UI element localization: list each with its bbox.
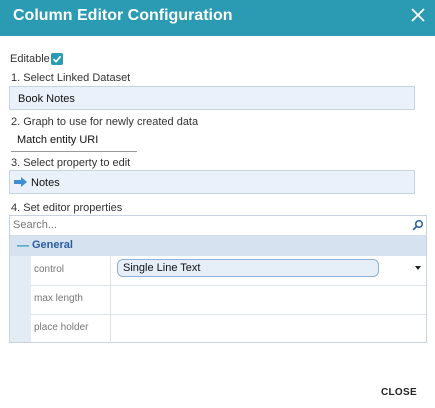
graph-value[interactable]: Match entity URI (17, 134, 98, 146)
property-row-max-length: max length (31, 285, 426, 315)
property-field[interactable]: Notes (9, 170, 415, 194)
property-name: control (34, 264, 65, 275)
property-value: Notes (31, 177, 60, 189)
grid-search-input[interactable]: Search... (13, 219, 57, 231)
editable-checkbox[interactable] (51, 53, 63, 65)
linked-dataset-field[interactable]: Book Notes (9, 86, 415, 110)
close-icon[interactable] (411, 8, 425, 22)
close-button[interactable]: CLOSE (381, 387, 417, 398)
group-general-label: General (32, 239, 73, 251)
collapse-icon[interactable]: — (17, 238, 29, 252)
property-name: place holder (34, 322, 89, 333)
linked-dataset-value: Book Notes (18, 93, 75, 105)
control-select-value: Single Line Text (123, 262, 201, 274)
group-general-row[interactable]: — General (10, 236, 426, 256)
property-row-place-holder: place holder (31, 314, 426, 343)
graph-label: 2. Graph to use for newly created data (11, 116, 199, 128)
checkmark-icon (52, 55, 62, 63)
column-divider (110, 314, 111, 343)
arrow-right-icon (14, 177, 27, 187)
property-label: 3. Select property to edit (11, 157, 131, 169)
dialog-title: Column Editor Configuration (13, 7, 233, 24)
column-divider (110, 285, 111, 314)
editor-properties-grid: Search... — General control Single Line … (9, 215, 427, 343)
editable-label: Editable (10, 53, 50, 65)
chevron-down-icon[interactable] (415, 266, 421, 270)
column-divider (110, 256, 111, 285)
grid-search-row[interactable]: Search... (10, 216, 426, 236)
linked-dataset-label: 1. Select Linked Dataset (11, 72, 131, 84)
grid-side-strip (10, 256, 31, 342)
editor-properties-label: 4. Set editor properties (11, 202, 123, 214)
graph-underline (11, 151, 137, 152)
property-name: max length (34, 293, 83, 304)
dialog-header: Column Editor Configuration (0, 0, 435, 36)
search-icon[interactable] (412, 219, 424, 231)
control-select[interactable]: Single Line Text (117, 259, 379, 277)
property-row-control: control Single Line Text (31, 256, 426, 286)
